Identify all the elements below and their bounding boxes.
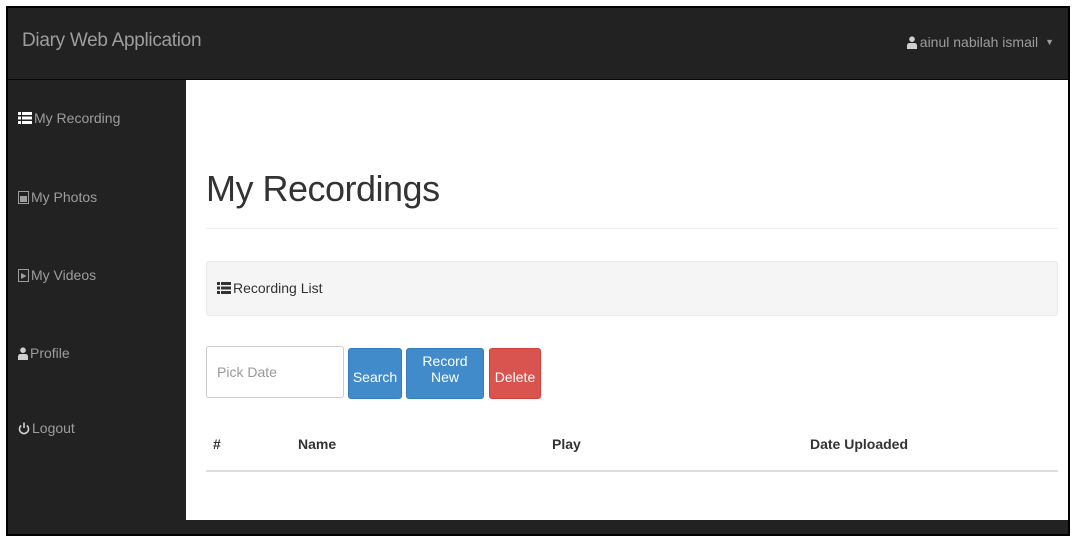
list-icon	[18, 112, 32, 124]
file-image-icon	[18, 190, 29, 204]
column-header-name: Name	[298, 436, 337, 452]
record-new-button[interactable]: Record New	[406, 348, 484, 399]
table-header-divider	[206, 470, 1058, 472]
sidebar-item-label: My Recording	[34, 110, 121, 126]
recording-list-panel-heading: Recording List	[206, 261, 1058, 316]
sidebar-item-label: My Photos	[31, 189, 98, 205]
user-icon	[18, 346, 28, 360]
sidebar-item-logout[interactable]: Logout	[18, 420, 75, 436]
file-video-icon	[18, 268, 29, 282]
search-button[interactable]: Search	[348, 348, 402, 399]
user-icon	[906, 35, 917, 49]
power-icon	[18, 422, 30, 435]
title-divider	[206, 228, 1058, 229]
list-icon	[217, 282, 231, 294]
main-content: My Recordings Recording List Search Reco…	[186, 80, 1068, 520]
user-menu[interactable]: ainul nabilah ismail ▼	[906, 34, 1054, 50]
user-name: ainul nabilah ismail	[919, 34, 1039, 50]
caret-down-icon: ▼	[1045, 37, 1054, 47]
sidebar-item-label: My Videos	[31, 267, 97, 283]
sidebar-item-my-recording[interactable]: My Recording	[18, 110, 120, 126]
top-navbar: Diary Web Application ainul nabilah isma…	[8, 8, 1068, 80]
delete-button[interactable]: Delete	[489, 348, 541, 399]
sidebar-item-label: Logout	[32, 420, 75, 436]
panel-heading-label-group: Recording List	[217, 280, 323, 296]
pick-date-input[interactable]	[206, 346, 344, 398]
brand-link[interactable]: Diary Web Application	[22, 30, 202, 52]
sidebar: My Recording My Photos My Videos Profile…	[8, 80, 186, 534]
sidebar-item-my-photos[interactable]: My Photos	[18, 189, 97, 205]
sidebar-item-label: Profile	[30, 345, 70, 361]
sidebar-item-profile[interactable]: Profile	[18, 345, 70, 361]
column-header-date-uploaded: Date Uploaded	[810, 436, 909, 452]
app-window: Diary Web Application ainul nabilah isma…	[6, 6, 1070, 536]
panel-heading-label: Recording List	[233, 280, 323, 296]
column-header-number: #	[213, 436, 221, 452]
column-header-play: Play	[552, 436, 581, 452]
sidebar-item-my-videos[interactable]: My Videos	[18, 267, 96, 283]
page-title: My Recordings	[206, 168, 440, 209]
